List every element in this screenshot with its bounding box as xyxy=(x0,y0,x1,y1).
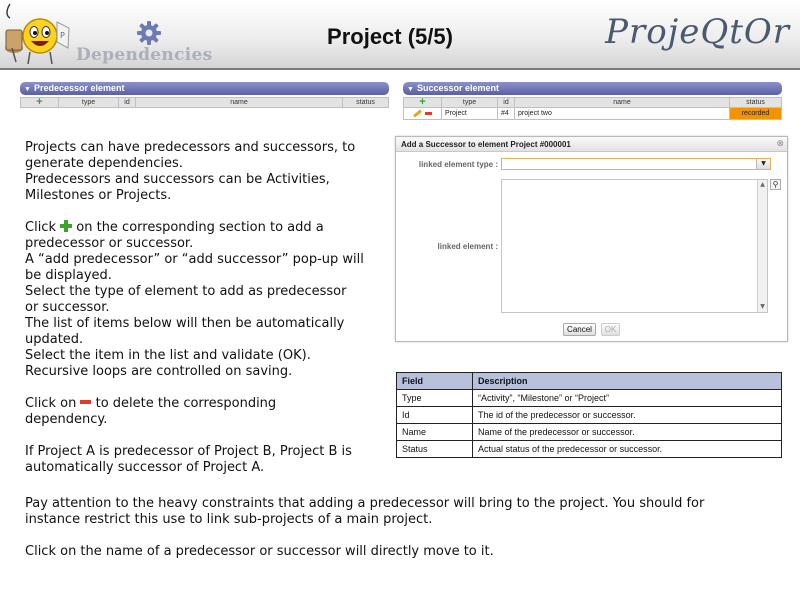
add-successor-button[interactable]: + xyxy=(403,96,442,108)
text-line: Pay attention to the heavy constraints t… xyxy=(25,496,705,511)
minus-icon xyxy=(80,400,92,404)
plus-icon xyxy=(60,220,73,232)
row-actions xyxy=(403,107,442,120)
add-predecessor-button[interactable]: + xyxy=(20,96,59,108)
scrollbar[interactable]: ▲ ▼ xyxy=(757,180,767,312)
cell-type: Project xyxy=(441,107,498,120)
linked-element-list[interactable]: ▲ ▼ xyxy=(501,179,768,313)
section-label: Dependencies xyxy=(76,45,213,65)
recursion-paragraph: If Project A is predecessor of Project B… xyxy=(25,444,352,476)
text-fragment: to delete the corresponding xyxy=(95,396,277,411)
text-line: The list of items below will then be aut… xyxy=(25,316,345,331)
add-successor-dialog: Add a Successor to element Project #0000… xyxy=(395,136,788,342)
text-line: Select the type of element to add as pre… xyxy=(25,284,347,299)
plus-icon[interactable]: + xyxy=(419,96,425,108)
text-line: If Project A is predecessor of Project B… xyxy=(25,444,352,459)
column-header-field: Field xyxy=(396,372,473,390)
ok-button[interactable]: OK xyxy=(601,323,620,336)
close-icon[interactable]: ⊗ xyxy=(776,138,784,150)
text-line: updated. xyxy=(25,332,84,347)
collapse-arrow-icon[interactable]: ▼ xyxy=(407,86,414,93)
successor-panel: ▼ Successor element + type id name status… xyxy=(403,82,782,124)
field-name: Type xyxy=(396,389,473,407)
table-row[interactable]: Project #4 project two recorded xyxy=(403,107,782,120)
status-badge: recorded xyxy=(729,107,782,120)
column-header-description: Description xyxy=(472,372,782,390)
magnifier-icon[interactable]: ⚲ xyxy=(770,179,781,190)
text-line: Projects can have predecessors and succe… xyxy=(25,140,356,155)
column-header-id[interactable]: id xyxy=(118,97,136,108)
text-line: Select the item in the list and validate… xyxy=(25,348,311,363)
minus-icon[interactable] xyxy=(425,111,432,115)
text-line: Click on the corresponding section to ad… xyxy=(25,220,364,236)
column-header-type[interactable]: type xyxy=(441,97,498,108)
brand-logo: ProjeQtOr xyxy=(605,12,790,52)
plus-icon[interactable]: + xyxy=(36,96,42,108)
delete-instructions-paragraph: Click on to delete the corresponding dep… xyxy=(25,396,276,428)
successor-table: + type id name status Project #4 project… xyxy=(403,97,782,120)
cell-name[interactable]: project two xyxy=(514,107,730,120)
scroll-down-icon[interactable]: ▼ xyxy=(758,302,767,312)
smiley-mascot-icon: P xyxy=(5,3,70,65)
predecessor-panel-title: Predecessor element xyxy=(33,83,125,93)
svg-text:P: P xyxy=(60,31,65,40)
navigation-paragraph: Click on the name of a predecessor or su… xyxy=(25,544,494,560)
text-line: Click on to delete the corresponding xyxy=(25,396,276,412)
text-line: Milestones or Projects. xyxy=(25,188,172,203)
text-fragment: on the corresponding section to add a xyxy=(76,220,324,235)
column-header-status[interactable]: status xyxy=(342,97,389,108)
field-name: Id xyxy=(396,406,473,424)
text-line: generate dependencies. xyxy=(25,156,183,171)
cell-id: #4 xyxy=(497,107,515,120)
page-title: Project (5/5) xyxy=(327,24,453,49)
intro-paragraph: Projects can have predecessors and succe… xyxy=(25,140,355,204)
text-line: Click on the name of a predecessor or su… xyxy=(25,544,494,559)
text-line: dependency. xyxy=(25,412,108,427)
predecessor-panel: ▼ Predecessor element + type id name stat… xyxy=(20,82,389,124)
predecessor-panel-header[interactable]: ▼ Predecessor element xyxy=(20,82,389,95)
linked-element-type-select[interactable]: ▼ xyxy=(501,158,771,170)
collapse-arrow-icon[interactable]: ▼ xyxy=(24,86,31,93)
cancel-button[interactable]: Cancel xyxy=(563,323,596,336)
table-row: Name Name of the predecessor or successo… xyxy=(396,423,782,441)
text-fragment: Click xyxy=(25,220,56,235)
linked-element-type-label: linked element type : xyxy=(418,160,498,169)
successor-panel-title: Successor element xyxy=(416,83,499,93)
successor-panel-header[interactable]: ▼ Successor element xyxy=(403,82,782,95)
constraints-paragraph: Pay attention to the heavy constraints t… xyxy=(25,496,704,528)
field-description: Actual status of the predecessor or succ… xyxy=(472,440,782,458)
column-header-id[interactable]: id xyxy=(497,97,515,108)
column-header-status[interactable]: status xyxy=(729,97,782,108)
text-line: A “add predecessor” or “add successor” p… xyxy=(25,252,364,267)
text-line: predecessor or successor. xyxy=(25,236,194,251)
field-description-table: Field Description Type “Activity”, “Mile… xyxy=(396,372,782,458)
pencil-icon[interactable] xyxy=(413,109,422,118)
column-header-name[interactable]: name xyxy=(514,97,730,108)
dialog-title: Add a Successor to element Project #0000… xyxy=(396,137,787,152)
predecessor-table: + type id name status xyxy=(20,97,389,108)
text-line: Recursive loops are controlled on saving… xyxy=(25,364,293,379)
table-row: Status Actual status of the predecessor … xyxy=(396,440,782,458)
field-name: Name xyxy=(396,423,473,441)
table-row: Type “Activity”, “Milestone” or “Project… xyxy=(396,389,782,407)
text-fragment: Click on xyxy=(25,396,77,411)
text-line: automatically successor of Project A. xyxy=(25,460,265,475)
chevron-down-icon[interactable]: ▼ xyxy=(756,159,770,169)
linked-element-label: linked element : xyxy=(437,242,498,251)
text-line: be displayed. xyxy=(25,268,112,283)
field-description: The id of the predecessor or successor. xyxy=(472,406,782,424)
scroll-up-icon[interactable]: ▲ xyxy=(758,180,767,190)
text-line: or successor. xyxy=(25,300,110,315)
text-line: instance restrict this use to link sub-p… xyxy=(25,512,433,527)
column-header-name[interactable]: name xyxy=(135,97,343,108)
text-line: Predecessors and successors can be Activ… xyxy=(25,172,330,187)
field-name: Status xyxy=(396,440,473,458)
column-header-type[interactable]: type xyxy=(58,97,119,108)
field-description: Name of the predecessor or successor. xyxy=(472,423,782,441)
add-instructions-paragraph: Click on the corresponding section to ad… xyxy=(25,220,364,380)
header-bar: P Dependencies Project (5/5) ProjeQtOr xyxy=(0,0,800,70)
gear-icon xyxy=(137,21,161,45)
table-row: Id The id of the predecessor or successo… xyxy=(396,406,782,424)
field-description: “Activity”, “Milestone” or “Project” xyxy=(472,389,782,407)
